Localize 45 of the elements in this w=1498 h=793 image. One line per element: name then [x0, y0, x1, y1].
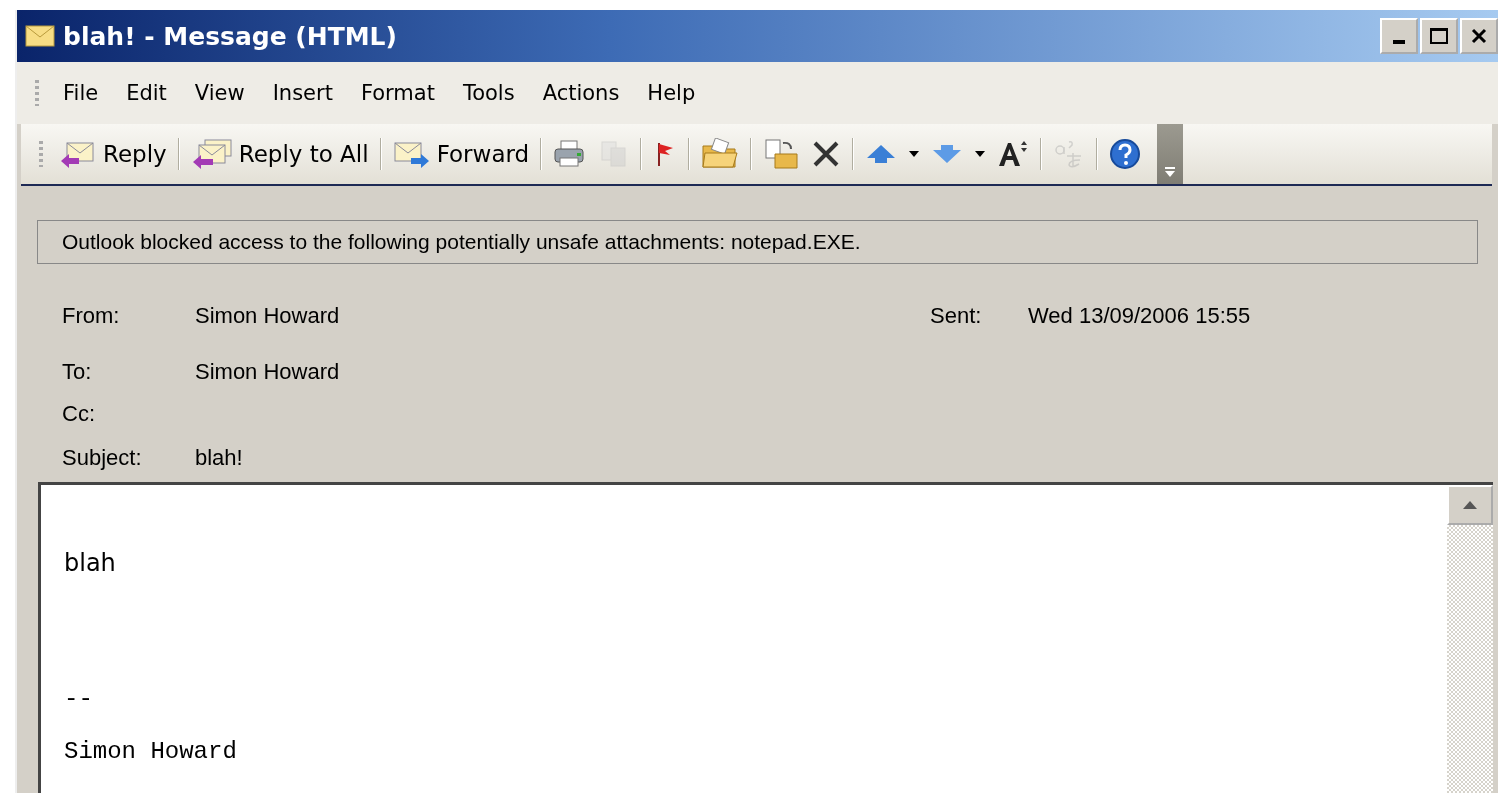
- maximize-icon: [1429, 27, 1449, 45]
- caret-icon: [909, 151, 920, 157]
- field-label: From:: [62, 302, 121, 330]
- menu-item[interactable]: Help: [633, 77, 710, 109]
- chevron-icon: [1164, 166, 1177, 178]
- menu-item[interactable]: Tools: [448, 77, 529, 109]
- up-triangle-icon: [1462, 500, 1478, 510]
- minimize-icon: [1393, 40, 1405, 44]
- menu-item[interactable]: Edit: [112, 77, 181, 109]
- blocked-attachment-message: Outlook blocked access to the following potentially unsafe attachments: notepad.EXE.: [62, 230, 861, 254]
- field-label: To:: [62, 358, 93, 386]
- field-label: Sent:: [930, 302, 983, 330]
- sender-name: Simon Howard: [195, 302, 341, 330]
- toolbar-button[interactable]: Reply: [53, 137, 173, 171]
- folder-icon: [701, 138, 740, 170]
- toolbar-options-button[interactable]: [1157, 124, 1184, 184]
- recipient-name: Simon Howard: [195, 358, 341, 386]
- menu-item[interactable]: Insert: [258, 77, 347, 109]
- scroll-up-button[interactable]: [1447, 485, 1493, 525]
- menu-item[interactable]: Actions: [528, 77, 634, 109]
- subject-text: blah!: [195, 444, 244, 472]
- close-button[interactable]: [1460, 18, 1498, 54]
- signature-line: Simon Howard: [64, 738, 237, 765]
- signature-line: --: [64, 685, 93, 712]
- scrollbar[interactable]: [1447, 485, 1493, 793]
- help-icon: [1109, 138, 1142, 170]
- window-title: blah! - Message (HTML): [63, 21, 397, 51]
- forward-icon: [392, 139, 431, 169]
- toolbar-button[interactable]: Forward: [386, 137, 536, 171]
- body-text: blah: [64, 549, 116, 577]
- reply-icon: [59, 139, 97, 169]
- field-label: Cc:: [62, 400, 96, 428]
- caret-icon: [975, 151, 986, 157]
- menu-item[interactable]: View: [180, 77, 259, 109]
- copy-to-folder-icon: [763, 138, 800, 170]
- menu-item[interactable]: File: [49, 77, 113, 109]
- toolbar-button[interactable]: Reply to All: [184, 136, 375, 172]
- close-icon: [1470, 27, 1488, 45]
- menu-item[interactable]: Format: [346, 77, 449, 109]
- minimize-button[interactable]: [1380, 18, 1418, 54]
- font-size-icon: [997, 139, 1030, 169]
- maximize-button[interactable]: [1420, 18, 1458, 54]
- envelope-icon: [25, 24, 55, 48]
- sent-date: Wed 13/09/2006 15:55: [1028, 302, 1252, 330]
- field-label: Subject:: [62, 444, 143, 472]
